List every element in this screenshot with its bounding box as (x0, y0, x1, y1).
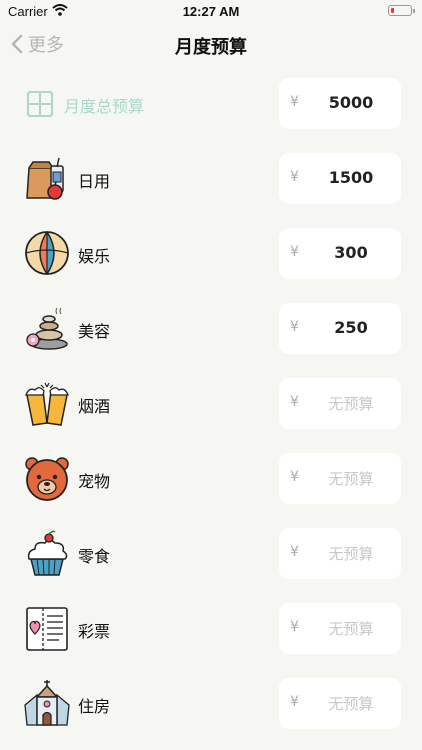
budget-row-daily[interactable]: 日用 ¥ 1500 (0, 141, 422, 216)
budget-row-tobacco-alcohol[interactable]: 烟酒 ¥ 无预算 (0, 366, 422, 441)
currency-symbol: ¥ (290, 619, 299, 635)
category-label: 宠物 (78, 472, 111, 491)
house-icon (24, 680, 70, 726)
battery-icon (388, 5, 415, 16)
total-budget-label: 月度总预算 (64, 97, 145, 116)
bear-icon (25, 457, 69, 501)
budget-row-snacks[interactable]: 零食 ¥ 无预算 (0, 516, 422, 591)
budget-row-lottery[interactable]: 彩票 ¥ 无预算 (0, 591, 422, 666)
category-label: 烟酒 (78, 397, 111, 416)
category-budget-amount: 250 (334, 318, 368, 337)
currency-symbol: ¥ (290, 244, 299, 260)
currency-symbol: ¥ (290, 169, 299, 185)
category-budget-input[interactable]: ¥ 无预算 (279, 528, 401, 579)
currency-symbol: ¥ (290, 694, 299, 710)
category-label: 美容 (78, 322, 111, 341)
category-label: 彩票 (78, 622, 111, 641)
category-budget-input[interactable]: ¥ 无预算 (279, 603, 401, 654)
category-budget-amount: 无预算 (328, 695, 374, 713)
currency-symbol: ¥ (290, 94, 299, 110)
category-budget-amount: 300 (334, 243, 368, 262)
category-budget-input[interactable]: ¥ 无预算 (279, 378, 401, 429)
category-budget-amount: 1500 (328, 168, 374, 187)
beer-cheers-icon (25, 382, 69, 426)
category-budget-input[interactable]: ¥ 300 (279, 228, 401, 279)
status-bar: Carrier 12:27 AM (0, 0, 422, 22)
currency-symbol: ¥ (290, 319, 299, 335)
grid-icon (27, 91, 53, 117)
category-budget-amount: 无预算 (328, 620, 374, 638)
status-time: 12:27 AM (182, 4, 240, 19)
category-budget-amount: 无预算 (328, 470, 374, 488)
category-budget-amount: 无预算 (328, 395, 374, 413)
category-label: 零食 (78, 547, 111, 566)
budget-row-entertainment[interactable]: 娱乐 ¥ 300 (0, 216, 422, 291)
beach-ball-icon (25, 231, 69, 275)
currency-symbol: ¥ (290, 544, 299, 560)
category-budget-input[interactable]: ¥ 无预算 (279, 678, 401, 729)
budget-row-housing[interactable]: 住房 ¥ 无预算 (0, 666, 422, 741)
total-budget-row[interactable]: 月度总预算 ¥ 5000 (0, 66, 422, 141)
total-budget-input[interactable]: ¥ 5000 (279, 78, 401, 129)
category-budget-input[interactable]: ¥ 1500 (279, 153, 401, 204)
category-budget-input[interactable]: ¥ 250 (279, 303, 401, 354)
navigation-bar: 更多 月度预算 (0, 22, 422, 66)
budget-row-beauty[interactable]: 美容 ¥ 250 (0, 291, 422, 366)
budget-row-pets[interactable]: 宠物 ¥ 无预算 (0, 441, 422, 516)
total-budget-amount: 5000 (328, 93, 374, 112)
shopping-bag-icon (26, 157, 64, 200)
budget-list: 月度总预算 ¥ 5000 日用 ¥ 1500 娱乐 ¥ 300 美容 ¥ 250… (0, 66, 422, 750)
currency-symbol: ¥ (290, 394, 299, 410)
cupcake-icon (27, 530, 68, 576)
category-label: 日用 (78, 172, 111, 191)
currency-symbol: ¥ (290, 469, 299, 485)
lottery-ticket-icon (26, 607, 68, 651)
category-label: 住房 (78, 697, 111, 716)
spa-stones-icon (26, 307, 68, 350)
category-label: 娱乐 (78, 247, 111, 266)
category-budget-amount: 无预算 (328, 545, 374, 563)
page-title: 月度预算 (175, 37, 247, 58)
category-budget-input[interactable]: ¥ 无预算 (279, 453, 401, 504)
